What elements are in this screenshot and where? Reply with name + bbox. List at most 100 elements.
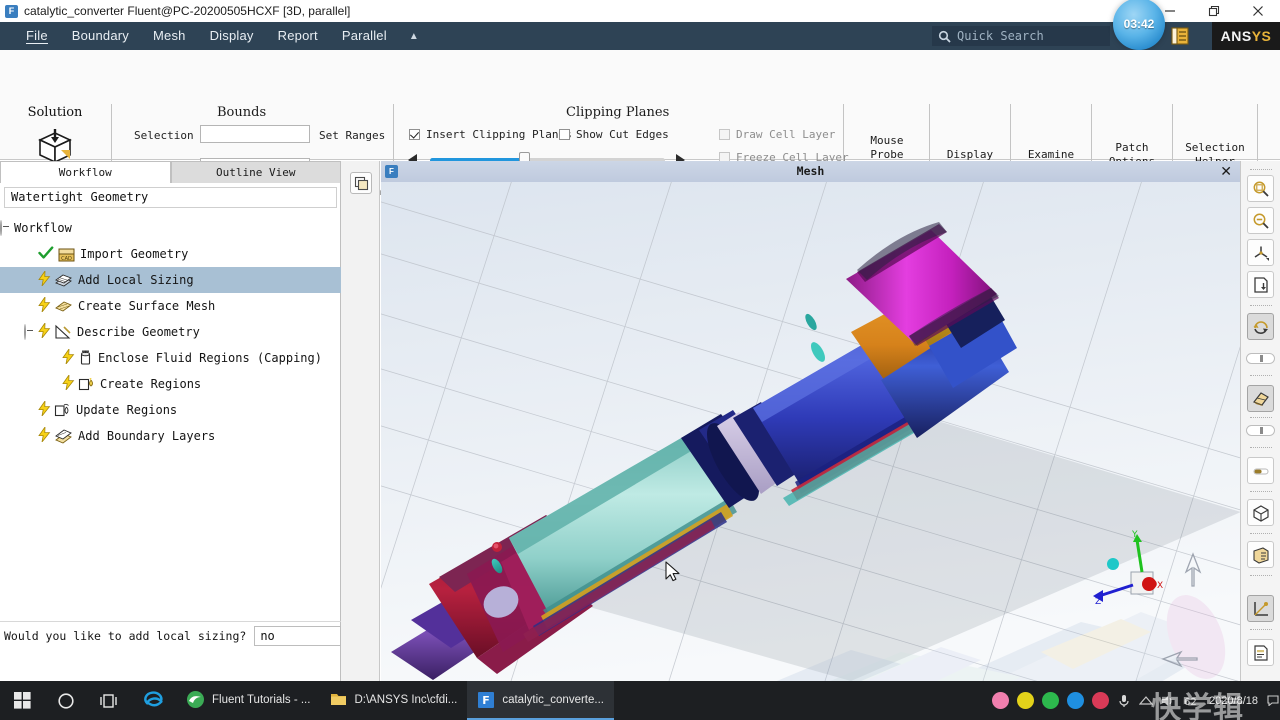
menu-boundary[interactable]: Boundary: [60, 22, 141, 50]
restore-button[interactable]: [1192, 0, 1236, 22]
flower-icon[interactable]: [992, 692, 1010, 709]
quick-search-input[interactable]: Quick Search: [932, 26, 1110, 46]
taskbar-item-label: Fluent Tutorials - ...: [212, 693, 311, 706]
taskbar-item-folder[interactable]: D:\ANSYS Inc\cfdi...: [320, 681, 467, 720]
tree-item-label: Describe Geometry: [77, 325, 200, 339]
tree-item-describe-geometry[interactable]: Describe Geometry: [0, 319, 341, 345]
selection-input[interactable]: [200, 125, 310, 143]
close-button[interactable]: [1236, 0, 1280, 22]
cad-import-icon: CAD: [58, 247, 75, 262]
save-picture-icon[interactable]: [1247, 271, 1274, 298]
zoom-in-icon[interactable]: [1247, 175, 1274, 202]
fluent-icon: F: [478, 691, 495, 708]
chevron-up-icon[interactable]: ▲: [409, 31, 419, 42]
tree-item-add-local-sizing[interactable]: Add Local Sizing: [0, 267, 341, 293]
selection-label: Selection: [134, 129, 194, 142]
menu-file[interactable]: File: [14, 22, 60, 50]
insert-clipping-planes-checkbox[interactable]: Insert Clipping Planes: [409, 128, 572, 141]
network-icon[interactable]: [1135, 681, 1157, 720]
volume-icon[interactable]: [1157, 681, 1179, 720]
axis-label-y: Y: [1131, 530, 1138, 540]
draw-cell-layer-checkbox[interactable]: Draw Cell Layer: [719, 128, 835, 141]
fluent-app-icon: [5, 4, 18, 18]
display-options-icon[interactable]: [1247, 541, 1274, 568]
solution-group-title: Solution: [27, 105, 83, 120]
task-view-icon[interactable]: [88, 681, 132, 720]
create-regions-icon: [78, 377, 95, 392]
status-pending-icon: [38, 269, 51, 289]
folder-icon: [331, 694, 347, 705]
view-toolbar: [1240, 161, 1280, 681]
left-panel: Workflow Outline View Watertight Geometr…: [0, 161, 341, 681]
fluent-application-window: catalytic_converter Fluent@PC-20200505HC…: [0, 0, 1280, 720]
tree-item-workflow[interactable]: Workflow: [0, 215, 341, 241]
workflow-question-row: Would you like to add local sizing? no: [0, 621, 341, 649]
cherry-icon[interactable]: [1092, 692, 1110, 709]
svg-text:F: F: [483, 694, 491, 707]
graphics-window-title: Mesh: [796, 164, 825, 178]
microphone-icon[interactable]: [1113, 681, 1135, 720]
workflow-type-select[interactable]: Watertight Geometry: [4, 187, 337, 208]
ansys-logo-part1: ANS: [1220, 28, 1252, 44]
toggle-panel-button[interactable]: [350, 172, 372, 194]
window-controls: [1148, 0, 1280, 22]
axes-toggle-icon[interactable]: [1247, 595, 1274, 622]
render-view-icon[interactable]: [1247, 385, 1274, 412]
tree-expander[interactable]: [0, 220, 2, 236]
tree-item-label: Update Regions: [76, 403, 178, 417]
tree-item-import-geometry[interactable]: CAD Import Geometry: [0, 241, 341, 267]
toolbar-separator: [1250, 629, 1272, 630]
bluetooth-icon[interactable]: [1067, 692, 1085, 709]
shield-icon[interactable]: [1042, 692, 1060, 709]
system-tray: \u62fc 2020/8/18: [988, 681, 1280, 720]
windows-start-icon[interactable]: [0, 681, 44, 720]
draw-cell-layer-checkbox-box: [719, 129, 730, 140]
set-ranges-button[interactable]: Set Ranges: [319, 129, 385, 142]
toolbar-separator: [1250, 305, 1272, 306]
status-pending-icon: [62, 373, 75, 393]
hide-outline-icon[interactable]: [1246, 353, 1275, 364]
tree-expander[interactable]: [24, 324, 26, 340]
toolbar-separator: [1250, 375, 1272, 376]
taskbar-clock[interactable]: 2020/8/18: [1209, 695, 1258, 707]
axis-triad-icon[interactable]: [1247, 239, 1274, 266]
show-cut-edges-checkbox[interactable]: Show Cut Edges: [559, 128, 669, 141]
taskbar-item-fluent-tutorials[interactable]: Fluent Tutorials - ...: [176, 681, 320, 720]
panel-splitter[interactable]: [341, 161, 380, 681]
rotate-view-icon[interactable]: [1247, 313, 1274, 340]
axis-label-x: X: [1157, 581, 1163, 591]
windows-taskbar: Fluent Tutorials - ... D:\ANSYS Inc\cfdi…: [0, 681, 1280, 720]
action-center-icon[interactable]: [1266, 681, 1280, 720]
menu-report[interactable]: Report: [266, 22, 330, 50]
tab-workflow[interactable]: Workflow: [0, 161, 171, 183]
graphics-viewport[interactable]: Z Y X: [381, 161, 1240, 681]
menu-display[interactable]: Display: [198, 22, 266, 50]
plus-shield-icon[interactable]: [1017, 692, 1035, 709]
zoom-out-icon[interactable]: [1247, 207, 1274, 234]
boundary-layers-icon: [54, 428, 73, 444]
ribbon-toolbar: Solution Switch to Solution Bounds Selec…: [0, 50, 1280, 204]
ime-icon[interactable]: \u62fc: [1179, 681, 1201, 720]
tab-outline-view[interactable]: Outline View: [170, 161, 341, 183]
report-icon[interactable]: [1247, 639, 1274, 666]
taskbar-item-catalytic-converter[interactable]: F catalytic_converte...: [467, 681, 614, 720]
tree-item-label: Add Boundary Layers: [78, 429, 216, 443]
menu-parallel[interactable]: Parallel: [330, 22, 399, 50]
internet-explorer-icon[interactable]: [132, 681, 176, 720]
workflow-question-select[interactable]: no: [254, 625, 341, 646]
transparency-icon[interactable]: [1247, 457, 1274, 484]
status-complete-icon: [38, 245, 54, 263]
tree-item-enclose-fluid-regions-capping[interactable]: Enclose Fluid Regions (Capping): [0, 345, 341, 371]
tree-item-create-regions[interactable]: Create Regions: [0, 371, 341, 397]
documentation-icon[interactable]: [1170, 26, 1190, 51]
perspective-cube-icon[interactable]: [1247, 499, 1274, 526]
opacity-slider[interactable]: [1246, 425, 1275, 436]
menu-mesh[interactable]: Mesh: [141, 22, 198, 50]
tree-item-update-regions[interactable]: Update Regions: [0, 397, 341, 423]
update-regions-icon: [54, 403, 71, 418]
taskbar-item-label: catalytic_converte...: [502, 693, 604, 706]
tree-item-add-boundary-layers[interactable]: Add Boundary Layers: [0, 423, 341, 449]
tree-item-create-surface-mesh[interactable]: Create Surface Mesh: [0, 293, 341, 319]
cortana-search-icon[interactable]: [44, 681, 88, 720]
graphics-close-button[interactable]: ✕: [1220, 163, 1232, 180]
